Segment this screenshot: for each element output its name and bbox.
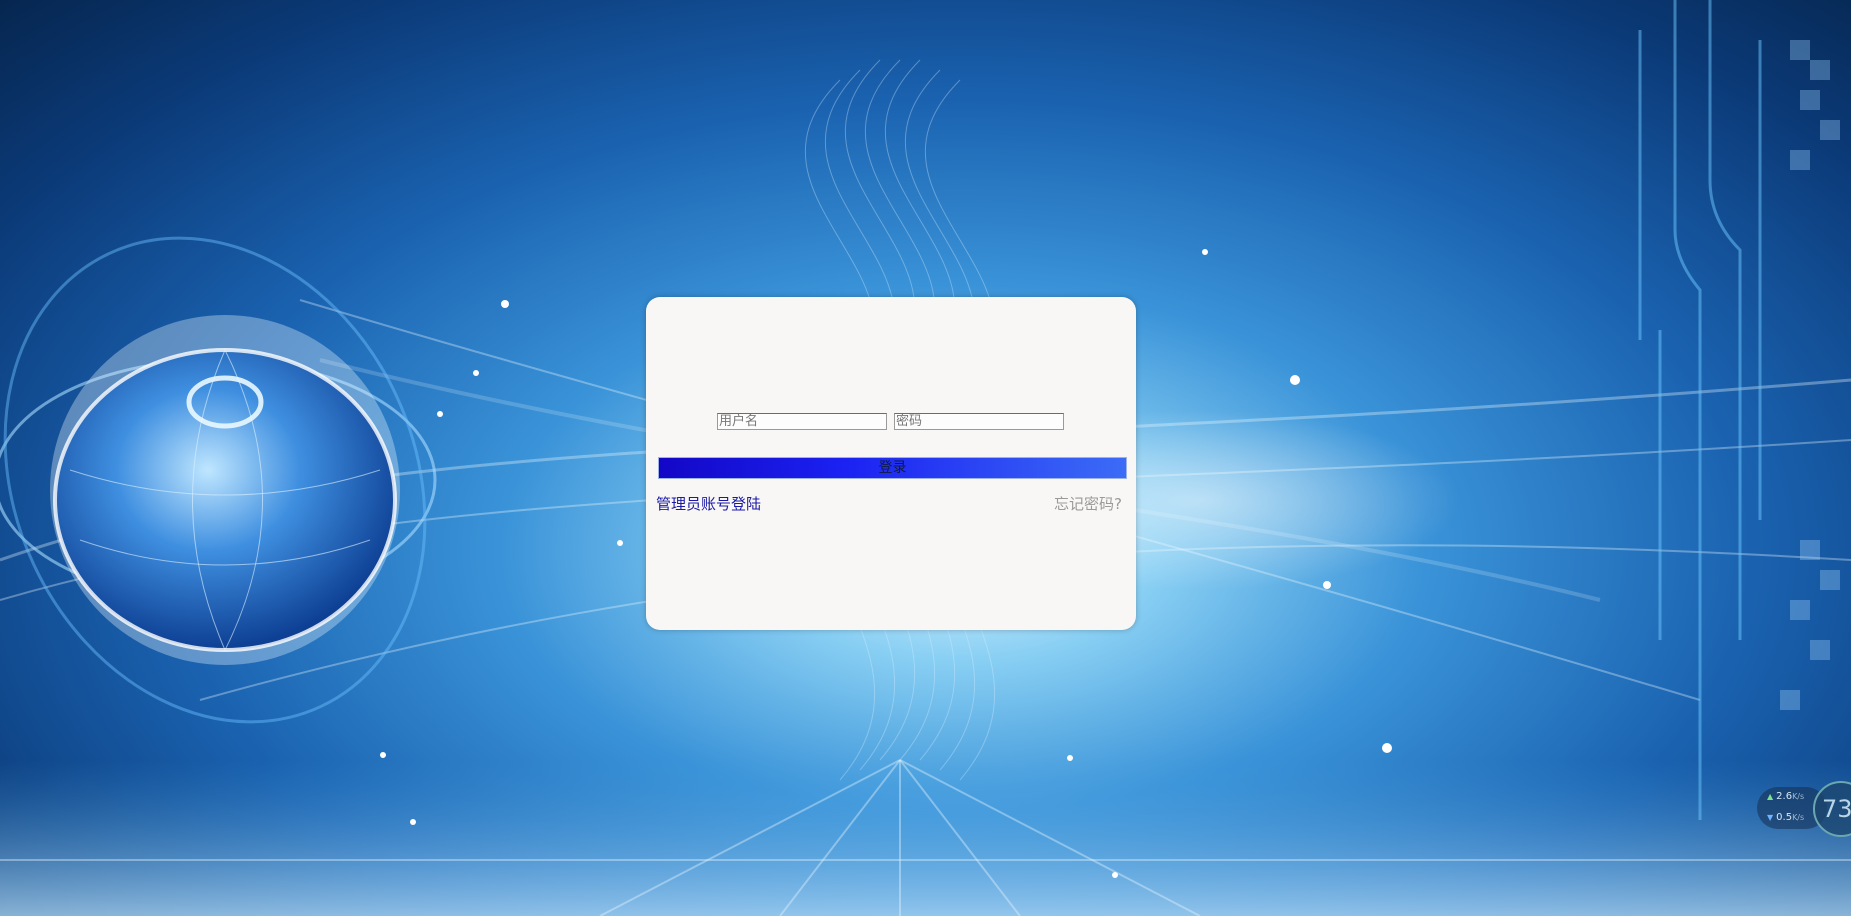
- admin-login-link[interactable]: 管理员账号登陆: [656, 493, 761, 514]
- upload-speed: ▲ 2.6K/s: [1767, 791, 1804, 802]
- forgot-password-link[interactable]: 忘记密码?: [1054, 493, 1122, 514]
- usage-gauge[interactable]: 73: [1813, 781, 1851, 837]
- login-card: 登录 管理员账号登陆 忘记密码?: [646, 297, 1136, 630]
- pixel-blocks: [1780, 40, 1840, 710]
- upload-speed-value: 2.6: [1776, 791, 1793, 802]
- download-arrow-icon: ▼: [1767, 813, 1774, 822]
- download-speed-value: 0.5: [1776, 812, 1793, 823]
- username-input[interactable]: [717, 413, 887, 430]
- download-speed-unit: K/s: [1792, 813, 1805, 822]
- circuit-lines: [1638, 0, 1762, 820]
- login-page: 登录 管理员账号登陆 忘记密码? ▲2.6K/s ▼0.5K/s 73: [0, 0, 1851, 916]
- upload-speed-unit: K/s: [1792, 792, 1805, 801]
- network-speed-widget[interactable]: ▲ 2.6K/s ▼ 0.5K/s 73: [1757, 781, 1851, 837]
- upload-arrow-icon: ▲: [1767, 792, 1774, 801]
- globe-illustration: [0, 236, 437, 724]
- password-input[interactable]: [894, 413, 1064, 430]
- download-speed: ▼ 0.5K/s: [1767, 812, 1804, 823]
- login-button[interactable]: 登录: [658, 457, 1127, 479]
